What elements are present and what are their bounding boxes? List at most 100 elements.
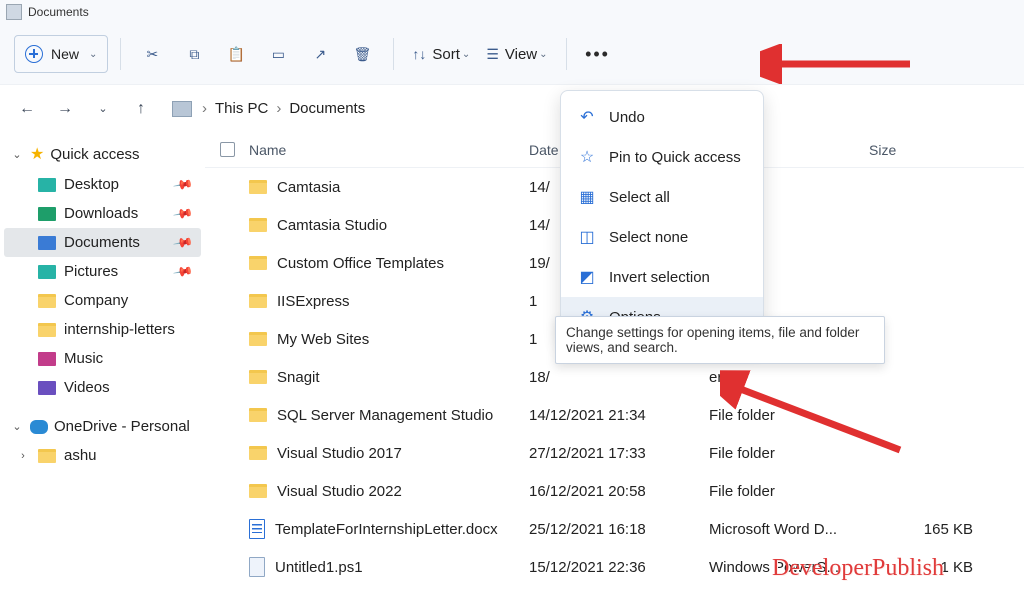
sidebar: ⌄ ★ Quick access Desktop 📌 Downloads 📌 Docum… xyxy=(0,132,205,612)
file-date: 16/12/2021 20:58 xyxy=(529,483,709,500)
sidebar-item-company[interactable]: Company xyxy=(4,286,201,315)
sidebar-item-label: Company xyxy=(64,292,128,309)
copy-button[interactable]: ⧉ xyxy=(175,35,213,73)
file-name: Camtasia Studio xyxy=(277,217,387,234)
ellipsis-icon: ••• xyxy=(585,44,610,65)
col-name[interactable]: Name xyxy=(249,142,529,158)
file-row[interactable]: Visual Studio 202216/12/2021 20:58File f… xyxy=(205,472,1024,510)
file-name: My Web Sites xyxy=(277,331,369,348)
folder-icon xyxy=(249,484,267,498)
sidebar-item-label: Pictures xyxy=(64,263,118,280)
up-button[interactable]: ↑ xyxy=(124,92,158,126)
select-all-checkbox[interactable] xyxy=(220,142,235,157)
file-name: Custom Office Templates xyxy=(277,255,444,272)
new-label: New xyxy=(51,46,79,62)
menu-label: Invert selection xyxy=(609,269,710,286)
folder-icon xyxy=(38,294,56,308)
folder-icon xyxy=(38,449,56,463)
sidebar-item-internship-letters[interactable]: internship-letters xyxy=(4,315,201,344)
folder-window-icon xyxy=(6,4,22,20)
file-name: Camtasia xyxy=(277,179,340,196)
chevron-right-icon: › xyxy=(202,100,207,117)
chevron-down-icon: ⌄ xyxy=(10,148,24,161)
folder-icon xyxy=(38,207,56,221)
sidebar-item-downloads[interactable]: Downloads 📌 xyxy=(4,199,201,228)
folder-icon xyxy=(249,446,267,460)
sidebar-item-label: Downloads xyxy=(64,205,138,222)
file-row[interactable]: TemplateForInternshipLetter.docx25/12/20… xyxy=(205,510,1024,548)
forward-button[interactable]: → xyxy=(48,92,82,126)
menu-invert-selection[interactable]: ◩ Invert selection xyxy=(561,257,763,297)
folder-icon xyxy=(249,294,267,308)
file-name: Snagit xyxy=(277,369,320,386)
folder-icon xyxy=(38,323,56,337)
rename-button[interactable]: ▭ xyxy=(259,35,297,73)
folder-icon xyxy=(249,180,267,194)
paste-icon: 📋 xyxy=(228,46,245,63)
cut-button[interactable]: ✂ xyxy=(133,35,171,73)
file-type: File folder xyxy=(709,483,869,500)
new-button[interactable]: New ⌄ xyxy=(14,35,108,73)
chevron-down-icon: ⌄ xyxy=(462,49,470,60)
breadcrumb[interactable]: › This PC › Documents xyxy=(202,100,365,117)
menu-select-none[interactable]: ◫ Select none xyxy=(561,217,763,257)
cloud-icon xyxy=(30,420,48,434)
view-button[interactable]: ☰ View ⌄ xyxy=(480,35,553,73)
star-icon: ★ xyxy=(30,144,44,164)
menu-label: Select all xyxy=(609,189,670,206)
sidebar-item-label: Desktop xyxy=(64,176,119,193)
file-row[interactable]: SQL Server Management Studio 14/12/2021 2… xyxy=(205,396,1024,434)
crumb-current[interactable]: Documents xyxy=(289,100,365,117)
crumb-root[interactable]: This PC xyxy=(215,100,268,117)
delete-button[interactable]: 🗑 xyxy=(343,35,381,73)
menu-label: Pin to Quick access xyxy=(609,149,741,166)
sidebar-item-ashu[interactable]: › ashu xyxy=(4,441,201,470)
main-split: ⌄ ★ Quick access Desktop 📌 Downloads 📌 Docum… xyxy=(0,132,1024,612)
file-type: Microsoft Word D... xyxy=(709,521,869,538)
folder-icon xyxy=(249,218,267,232)
folder-icon xyxy=(38,381,56,395)
paste-button[interactable]: 📋 xyxy=(217,35,255,73)
view-label: View xyxy=(505,46,537,63)
file-name: SQL Server Management Studio xyxy=(277,407,493,424)
menu-pin-quick-access[interactable]: ☆ Pin to Quick access xyxy=(561,137,763,177)
share-button[interactable]: ↗ xyxy=(301,35,339,73)
trash-icon: 🗑 xyxy=(354,46,372,63)
file-date: 18/ xyxy=(529,369,709,386)
sidebar-item-videos[interactable]: Videos xyxy=(4,373,201,402)
chevron-down-icon: ⌄ xyxy=(89,49,97,60)
menu-select-all[interactable]: ▦ Select all xyxy=(561,177,763,217)
invert-icon: ◩ xyxy=(577,267,597,287)
back-button[interactable]: ← xyxy=(10,92,44,126)
recent-button[interactable]: ⌄ xyxy=(86,92,120,126)
menu-label: Undo xyxy=(609,109,645,126)
sidebar-item-desktop[interactable]: Desktop 📌 xyxy=(4,170,201,199)
file-name: Untitled1.ps1 xyxy=(275,559,363,576)
pin-icon: 📌 xyxy=(172,173,194,195)
rename-icon: ▭ xyxy=(272,46,285,63)
col-size[interactable]: Size xyxy=(869,142,989,158)
sidebar-quick-access[interactable]: ⌄ ★ Quick access xyxy=(4,138,201,170)
separator xyxy=(566,38,567,70)
sort-button[interactable]: ↑↓ Sort ⌄ xyxy=(406,35,476,73)
sidebar-item-documents[interactable]: Documents📌 xyxy=(4,228,201,257)
sidebar-quick-access-label: Quick access xyxy=(50,146,139,163)
select-all-icon: ▦ xyxy=(577,187,597,207)
window-title: Documents xyxy=(28,5,89,19)
file-type: File folder xyxy=(709,445,869,462)
sidebar-item-label: Videos xyxy=(64,379,110,396)
sidebar-item-pictures[interactable]: Pictures📌 xyxy=(4,257,201,286)
powershell-file-icon xyxy=(249,557,265,577)
more-button[interactable]: ••• xyxy=(579,35,617,73)
sidebar-item-music[interactable]: Music xyxy=(4,344,201,373)
select-none-icon: ◫ xyxy=(577,227,597,247)
copy-icon: ⧉ xyxy=(189,46,199,63)
menu-undo[interactable]: ↶ Undo xyxy=(561,97,763,137)
folder-icon xyxy=(38,178,56,192)
pin-icon: 📌 xyxy=(172,202,194,224)
sidebar-onedrive[interactable]: ⌄ OneDrive - Personal xyxy=(4,412,201,441)
title-bar: Documents xyxy=(0,0,1024,24)
file-row[interactable]: Visual Studio 201727/12/2021 17:33File f… xyxy=(205,434,1024,472)
folder-icon xyxy=(38,352,56,366)
file-date: 14/12/2021 21:34 xyxy=(529,407,709,424)
